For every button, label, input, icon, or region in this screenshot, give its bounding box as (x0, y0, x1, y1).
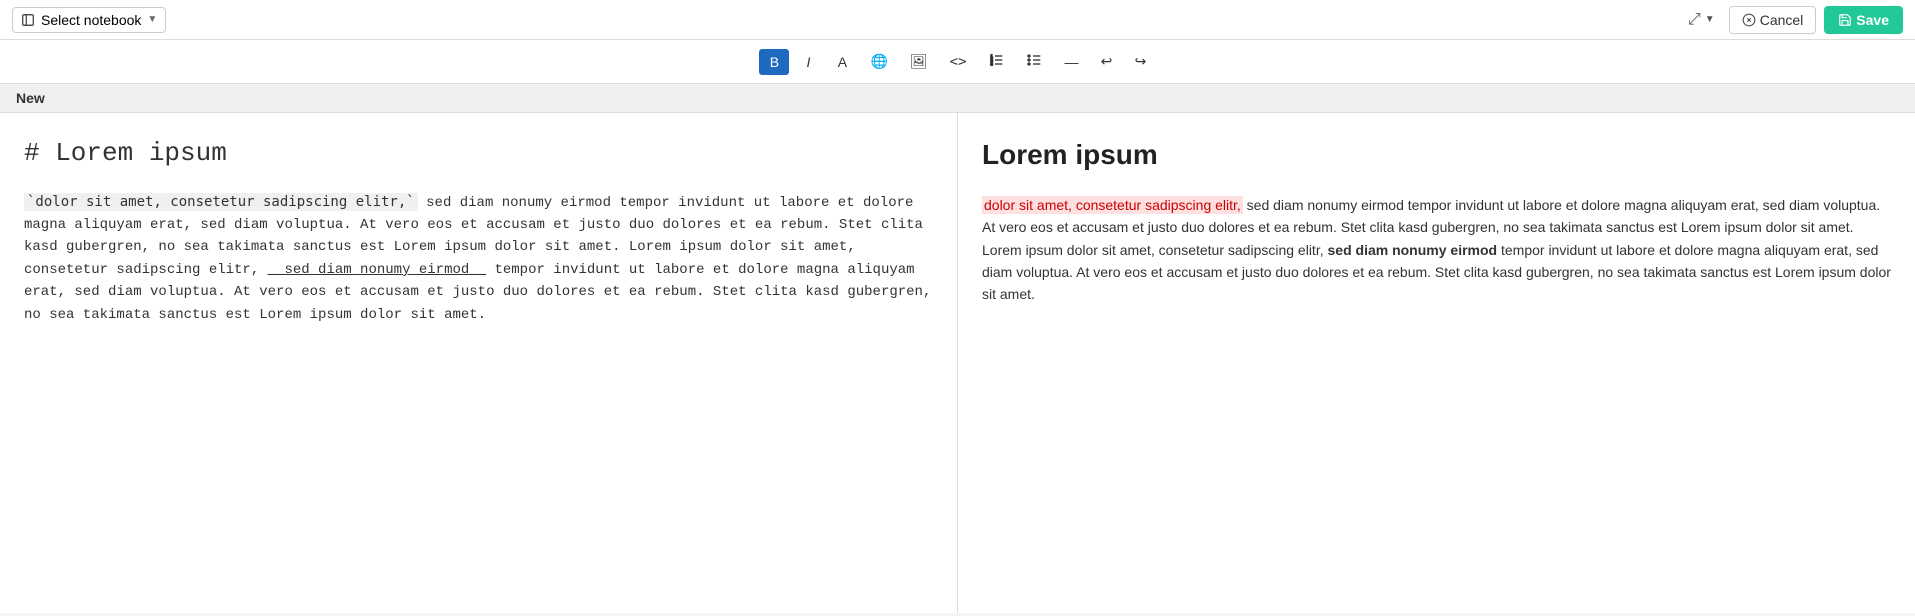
notebook-select-label: Select notebook (41, 12, 141, 28)
unordered-list-icon (1027, 52, 1043, 71)
preview-heading: Lorem ipsum (982, 133, 1891, 178)
chevron-down-icon-small: ▼ (1705, 14, 1715, 25)
redo-button[interactable]: ↪ (1126, 48, 1156, 75)
svg-text:3: 3 (990, 61, 993, 66)
code-icon: <> (950, 54, 967, 70)
editor-toolbar: B I A 🌐 🖼 <> 123 — ↩ ↪ (0, 40, 1915, 84)
save-button[interactable]: Save (1824, 6, 1903, 34)
section-label: New (0, 84, 1915, 113)
ordered-list-icon: 123 (989, 52, 1005, 71)
notebook-selector[interactable]: Select notebook ▼ (12, 7, 166, 33)
highlighted-text: dolor sit amet, consetetur sadipscing el… (982, 196, 1243, 214)
undo-button[interactable]: ↩ (1092, 48, 1122, 75)
image-button[interactable]: 🖼 (901, 48, 937, 75)
chevron-down-icon: ▼ (147, 14, 157, 25)
fullscreen-button[interactable]: ⤢ ▼ (1682, 7, 1721, 33)
italic-button[interactable]: I (793, 49, 823, 75)
bold-button[interactable]: B (759, 49, 789, 75)
horizontal-rule-icon: — (1065, 54, 1079, 70)
save-label: Save (1856, 12, 1889, 28)
topbar-right-actions: ⤢ ▼ Cancel Save (1682, 6, 1903, 34)
italic-icon: I (807, 54, 811, 70)
markdown-body: `dolor sit amet, consetetur sadipscing e… (24, 191, 933, 326)
editor-area: # Lorem ipsum `dolor sit amet, consetetu… (0, 113, 1915, 613)
cancel-icon (1742, 13, 1756, 27)
cancel-label: Cancel (1760, 12, 1804, 28)
undo-icon: ↩ (1101, 53, 1113, 70)
section-name: New (16, 90, 45, 106)
markdown-heading: # Lorem ipsum (24, 133, 933, 175)
link-button[interactable]: 🌐 (861, 48, 896, 75)
ordered-list-button[interactable]: 123 (980, 47, 1014, 76)
preview-bold-text: sed diam nonumy eirmod (1328, 242, 1498, 258)
redo-icon: ↪ (1135, 53, 1147, 70)
markdown-editor[interactable]: # Lorem ipsum `dolor sit amet, consetetu… (0, 113, 958, 613)
save-icon (1838, 13, 1852, 27)
markdown-preview: Lorem ipsum dolor sit amet, consetetur s… (958, 113, 1915, 613)
notebook-icon (21, 13, 35, 27)
unordered-list-button[interactable] (1018, 47, 1052, 76)
bold-icon: B (770, 54, 779, 70)
heading-icon: A (838, 54, 847, 70)
link-icon: 🌐 (870, 53, 887, 70)
code-button[interactable]: <> (941, 49, 976, 75)
horizontal-rule-button[interactable]: — (1056, 49, 1088, 75)
image-icon: 🖼 (910, 53, 928, 70)
topbar: Select notebook ▼ ⤢ ▼ Cancel Save (0, 0, 1915, 40)
preview-body: dolor sit amet, consetetur sadipscing el… (982, 194, 1891, 306)
cancel-button[interactable]: Cancel (1729, 6, 1817, 34)
heading-button[interactable]: A (827, 49, 857, 75)
fullscreen-icon: ⤢ (1688, 11, 1701, 29)
